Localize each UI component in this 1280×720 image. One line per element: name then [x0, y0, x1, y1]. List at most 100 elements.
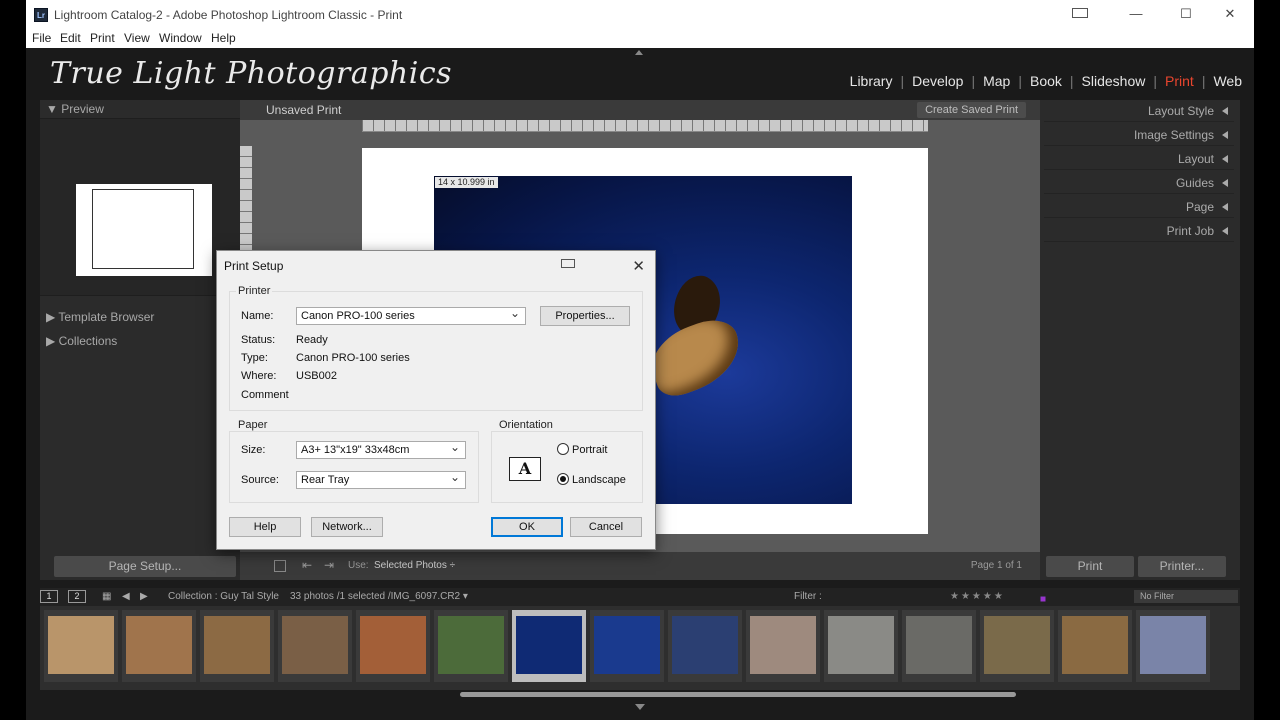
photo-count[interactable]: 33 photos /1 selected /IMG_6097.CR2 ▾: [290, 591, 468, 602]
filmstrip-thumbnail[interactable]: [668, 610, 742, 682]
print-title: Unsaved Print: [266, 103, 342, 117]
thumbnail-image: [204, 616, 270, 674]
filmstrip-thumbnail[interactable]: [278, 610, 352, 682]
filmstrip-thumbnail[interactable]: [122, 610, 196, 682]
cancel-button[interactable]: Cancel: [570, 517, 642, 537]
maximize-button[interactable]: ☐: [1176, 6, 1196, 22]
filmstrip-thumbnail[interactable]: [512, 610, 586, 682]
lightroom-window: Lr Lightroom Catalog-2 - Adobe Photoshop…: [26, 0, 1254, 720]
paper-source-select[interactable]: Rear Tray: [296, 469, 466, 489]
paper-size-select[interactable]: A3+ 13"x19" 33x48cm: [296, 439, 466, 459]
network-button[interactable]: Network...: [311, 517, 383, 537]
thumbnail-image: [282, 616, 348, 674]
thumbnail-image: [672, 616, 738, 674]
panel-print-job[interactable]: Print Job: [1044, 220, 1234, 242]
thumbnail-image: [48, 616, 114, 674]
horizontal-ruler: [362, 120, 928, 132]
page-indicator: Page 1 of 1: [970, 560, 1022, 571]
panel-image-settings[interactable]: Image Settings: [1044, 124, 1234, 146]
thumbnail-image: [984, 616, 1050, 674]
filmstrip-thumbnail[interactable]: [44, 610, 118, 682]
use-selector[interactable]: Selected Photos ÷: [374, 560, 455, 571]
main-window-button[interactable]: 1: [40, 590, 58, 603]
menu-window[interactable]: Window: [159, 31, 202, 45]
tablet-mode-icon[interactable]: [1072, 8, 1088, 18]
panel-page[interactable]: Page: [1044, 196, 1234, 218]
module-map[interactable]: Map: [983, 73, 1010, 89]
landscape-label[interactable]: Landscape: [572, 474, 626, 486]
landscape-radio[interactable]: [557, 473, 569, 485]
module-print[interactable]: Print: [1165, 73, 1194, 89]
name-label: Name:: [241, 310, 274, 322]
filmstrip-scrollbar[interactable]: [460, 692, 1016, 697]
panel-guides[interactable]: Guides: [1044, 172, 1234, 194]
grid-view-icon[interactable]: ▦: [102, 591, 111, 602]
printer-group-label: Printer: [236, 285, 273, 297]
filmstrip-thumbnail[interactable]: [200, 610, 274, 682]
panel-layout[interactable]: Layout: [1044, 148, 1234, 170]
dialog-tablet-icon[interactable]: [561, 259, 575, 268]
panel-layout-style[interactable]: Layout Style: [1044, 100, 1234, 122]
filmstrip: [40, 606, 1240, 697]
print-button[interactable]: Print: [1046, 556, 1134, 577]
secondary-window-button[interactable]: 2: [68, 590, 86, 603]
collapse-top-panel-icon[interactable]: [635, 50, 643, 55]
menu-edit[interactable]: Edit: [60, 31, 81, 45]
thumbnail-image: [594, 616, 660, 674]
printer-button[interactable]: Printer...: [1138, 556, 1226, 577]
create-saved-print-button[interactable]: Create Saved Print: [917, 102, 1026, 118]
type-value: Canon PRO-100 series: [296, 352, 410, 364]
module-slideshow[interactable]: Slideshow: [1082, 73, 1146, 89]
forward-arrow-icon[interactable]: ▶: [140, 591, 148, 602]
filmstrip-thumbnail[interactable]: [824, 610, 898, 682]
menu-print[interactable]: Print: [90, 31, 115, 45]
filmstrip-thumbnail[interactable]: [590, 610, 664, 682]
filmstrip-thumbnail[interactable]: [434, 610, 508, 682]
collapse-bottom-panel-icon[interactable]: [635, 704, 645, 710]
module-library[interactable]: Library: [850, 73, 893, 89]
close-window-button[interactable]: ✕: [1220, 6, 1240, 22]
minimize-button[interactable]: —: [1126, 6, 1146, 21]
preview-header[interactable]: ▼ Preview: [46, 102, 104, 116]
cell-size-tag: 14 x 10.999 in: [435, 177, 498, 188]
menu-view[interactable]: View: [124, 31, 150, 45]
first-page-icon[interactable]: ⇤: [302, 558, 312, 572]
menu-help[interactable]: Help: [211, 31, 236, 45]
menu-file[interactable]: File: [32, 31, 51, 45]
collections-header[interactable]: ▶ Collections–: [46, 334, 236, 348]
filmstrip-thumbnail[interactable]: [356, 610, 430, 682]
source-label: Source:: [241, 474, 279, 486]
filmstrip-thumbnail[interactable]: [980, 610, 1054, 682]
filmstrip-thumbnail[interactable]: [746, 610, 820, 682]
leaf-shape: [642, 312, 750, 402]
module-develop[interactable]: Develop: [912, 73, 963, 89]
next-page-icon[interactable]: ⇥: [324, 558, 334, 572]
filmstrip-thumbnail[interactable]: [1058, 610, 1132, 682]
filmstrip-thumbnail[interactable]: [1136, 610, 1210, 682]
thumbnail-image: [828, 616, 894, 674]
rating-filter-stars[interactable]: ★★★★★: [950, 591, 1005, 602]
lightroom-app-icon: Lr: [34, 8, 48, 22]
module-book[interactable]: Book: [1030, 73, 1062, 89]
thumbnail-image: [1140, 616, 1206, 674]
filter-preset-dropdown[interactable]: No Filter: [1134, 590, 1238, 603]
template-browser-header[interactable]: ▶ Template Browser: [46, 310, 154, 324]
help-button[interactable]: Help: [229, 517, 301, 537]
left-panel: ▼ Preview ▶ Template Browser ▶ Collectio…: [40, 100, 240, 580]
printer-name-select[interactable]: Canon PRO-100 series: [296, 305, 526, 325]
single-page-icon[interactable]: [274, 560, 286, 572]
page-setup-button[interactable]: Page Setup...: [54, 556, 236, 577]
portrait-radio[interactable]: [557, 443, 569, 455]
properties-button[interactable]: Properties...: [540, 306, 630, 326]
dialog-title: Print Setup: [224, 259, 284, 273]
preview-photo-cell: [92, 189, 194, 269]
print-header: Unsaved Print Create Saved Print: [240, 100, 1040, 120]
dialog-close-button[interactable]: ✕: [632, 257, 645, 275]
ok-button[interactable]: OK: [491, 517, 563, 537]
collection-source[interactable]: Collection : Guy Tal Style: [168, 591, 279, 602]
filmstrip-thumbnail[interactable]: [902, 610, 976, 682]
portrait-label[interactable]: Portrait: [572, 444, 607, 456]
back-arrow-icon[interactable]: ◀: [122, 591, 130, 602]
module-web[interactable]: Web: [1213, 73, 1242, 89]
thumbnail-image: [516, 616, 582, 674]
